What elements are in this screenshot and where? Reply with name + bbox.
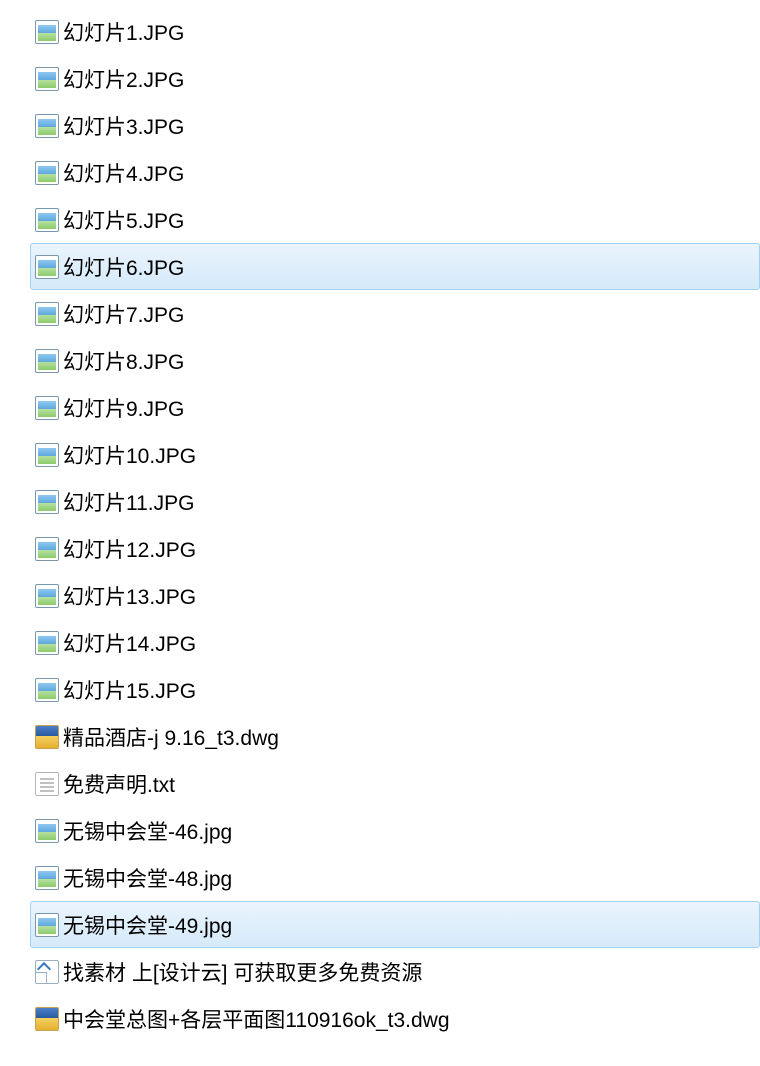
- file-name-label: 幻灯片2.JPG: [59, 64, 184, 94]
- file-name-label: 幻灯片3.JPG: [59, 111, 184, 141]
- file-item[interactable]: 幻灯片6.JPG: [30, 243, 760, 290]
- file-name-label: 幻灯片8.JPG: [59, 346, 184, 376]
- file-name-label: 幻灯片11.JPG: [59, 487, 194, 517]
- image-file-icon: [35, 255, 59, 279]
- image-file-icon: [35, 114, 59, 138]
- file-item[interactable]: 找素材 上[设计云] 可获取更多免费资源: [30, 948, 760, 995]
- image-file-icon: [35, 161, 59, 185]
- image-file-icon: [35, 913, 59, 937]
- file-name-label: 精品酒店-j 9.16_t3.dwg: [59, 722, 279, 752]
- image-file-icon: [35, 443, 59, 467]
- file-item[interactable]: 幻灯片2.JPG: [30, 55, 760, 102]
- file-name-label: 中会堂总图+各层平面图110916ok_t3.dwg: [59, 1004, 450, 1034]
- file-item[interactable]: 幻灯片10.JPG: [30, 431, 760, 478]
- file-name-label: 幻灯片15.JPG: [59, 675, 196, 705]
- image-file-icon: [35, 20, 59, 44]
- url-shortcut-icon: [35, 960, 59, 984]
- image-file-icon: [35, 349, 59, 373]
- file-item[interactable]: 幻灯片3.JPG: [30, 102, 760, 149]
- image-file-icon: [35, 208, 59, 232]
- file-name-label: 免费声明.txt: [59, 769, 175, 799]
- file-name-label: 无锡中会堂-49.jpg: [59, 910, 232, 940]
- image-file-icon: [35, 396, 59, 420]
- image-file-icon: [35, 631, 59, 655]
- file-item[interactable]: 幻灯片5.JPG: [30, 196, 760, 243]
- file-name-label: 幻灯片6.JPG: [59, 252, 184, 282]
- file-item[interactable]: 幻灯片1.JPG: [30, 8, 760, 55]
- image-file-icon: [35, 537, 59, 561]
- image-file-icon: [35, 866, 59, 890]
- txt-file-icon: [35, 772, 59, 796]
- file-name-label: 幻灯片14.JPG: [59, 628, 196, 658]
- file-item[interactable]: 免费声明.txt: [30, 760, 760, 807]
- file-item[interactable]: 幻灯片15.JPG: [30, 666, 760, 713]
- file-name-label: 无锡中会堂-46.jpg: [59, 816, 232, 846]
- file-list: 幻灯片1.JPG 幻灯片2.JPG 幻灯片3.JPG 幻灯片4.JPG 幻灯片5…: [30, 8, 760, 1042]
- file-item[interactable]: 幻灯片13.JPG: [30, 572, 760, 619]
- file-name-label: 幻灯片7.JPG: [59, 299, 184, 329]
- file-item[interactable]: 幻灯片11.JPG: [30, 478, 760, 525]
- file-item[interactable]: 幻灯片4.JPG: [30, 149, 760, 196]
- file-name-label: 幻灯片12.JPG: [59, 534, 196, 564]
- file-name-label: 找素材 上[设计云] 可获取更多免费资源: [59, 957, 422, 987]
- image-file-icon: [35, 678, 59, 702]
- dwg-file-icon: [35, 725, 59, 749]
- file-name-label: 幻灯片9.JPG: [59, 393, 184, 423]
- file-item[interactable]: 幻灯片14.JPG: [30, 619, 760, 666]
- file-item[interactable]: 无锡中会堂-48.jpg: [30, 854, 760, 901]
- image-file-icon: [35, 490, 59, 514]
- image-file-icon: [35, 584, 59, 608]
- file-name-label: 幻灯片10.JPG: [59, 440, 196, 470]
- file-item[interactable]: 无锡中会堂-46.jpg: [30, 807, 760, 854]
- image-file-icon: [35, 819, 59, 843]
- image-file-icon: [35, 67, 59, 91]
- image-file-icon: [35, 302, 59, 326]
- file-name-label: 幻灯片4.JPG: [59, 158, 184, 188]
- file-item[interactable]: 幻灯片12.JPG: [30, 525, 760, 572]
- file-item[interactable]: 无锡中会堂-49.jpg: [30, 901, 760, 948]
- file-name-label: 幻灯片5.JPG: [59, 205, 184, 235]
- file-item[interactable]: 精品酒店-j 9.16_t3.dwg: [30, 713, 760, 760]
- file-name-label: 无锡中会堂-48.jpg: [59, 863, 232, 893]
- file-item[interactable]: 幻灯片9.JPG: [30, 384, 760, 431]
- file-item[interactable]: 幻灯片7.JPG: [30, 290, 760, 337]
- file-item[interactable]: 中会堂总图+各层平面图110916ok_t3.dwg: [30, 995, 760, 1042]
- file-name-label: 幻灯片1.JPG: [59, 17, 184, 47]
- file-name-label: 幻灯片13.JPG: [59, 581, 196, 611]
- dwg-file-icon: [35, 1007, 59, 1031]
- file-item[interactable]: 幻灯片8.JPG: [30, 337, 760, 384]
